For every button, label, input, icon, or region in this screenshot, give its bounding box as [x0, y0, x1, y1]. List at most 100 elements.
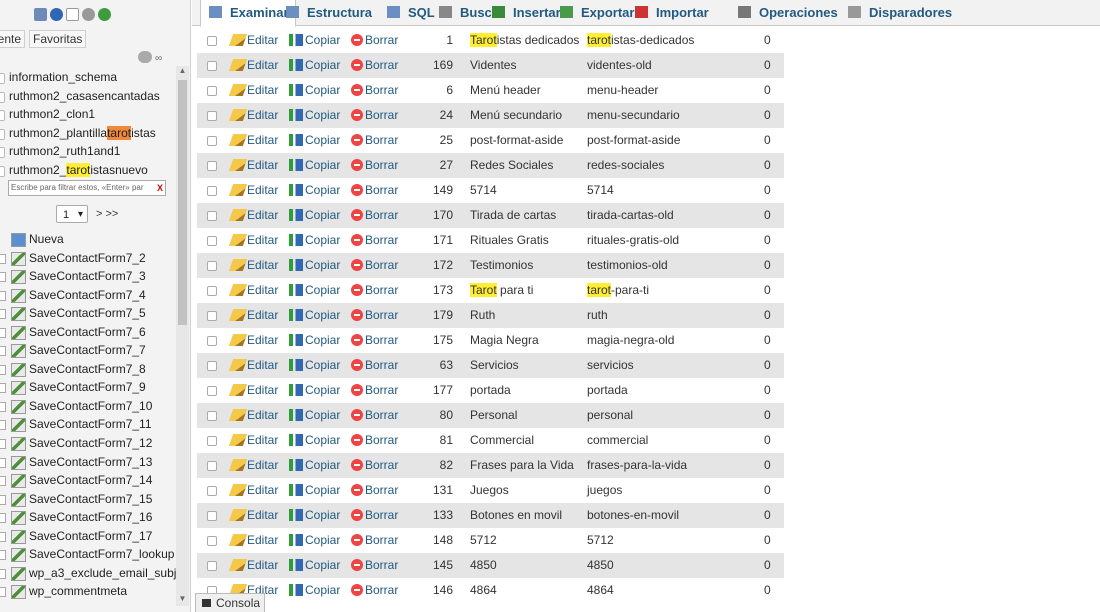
- row-checkbox[interactable]: [207, 536, 217, 546]
- edit-button[interactable]: Editar: [228, 428, 278, 453]
- delete-button[interactable]: Borrar: [351, 553, 398, 578]
- clear-filter-icon[interactable]: X: [157, 181, 163, 195]
- tab-insertar[interactable]: Insertar: [492, 0, 561, 25]
- copy-button[interactable]: Copiar: [289, 578, 340, 603]
- row-checkbox[interactable]: [207, 561, 217, 571]
- row-checkbox[interactable]: [207, 61, 217, 71]
- copy-button[interactable]: Copiar: [289, 453, 340, 478]
- sidebar-scrollbar[interactable]: ▲ ▼: [176, 66, 189, 606]
- delete-button[interactable]: Borrar: [351, 253, 398, 278]
- row-checkbox[interactable]: [207, 336, 217, 346]
- tab-recent[interactable]: iente: [0, 30, 26, 48]
- edit-button[interactable]: Editar: [228, 78, 278, 103]
- delete-button[interactable]: Borrar: [351, 578, 398, 603]
- expand-icon[interactable]: [0, 272, 6, 283]
- edit-button[interactable]: Editar: [228, 178, 278, 203]
- delete-button[interactable]: Borrar: [351, 53, 398, 78]
- copy-button[interactable]: Copiar: [289, 403, 340, 428]
- row-checkbox[interactable]: [207, 36, 217, 46]
- expand-icon[interactable]: [0, 420, 6, 431]
- edit-button[interactable]: Editar: [228, 503, 278, 528]
- database-item[interactable]: information_schema: [0, 68, 175, 87]
- delete-button[interactable]: Borrar: [351, 453, 398, 478]
- row-checkbox[interactable]: [207, 461, 217, 471]
- expand-icon[interactable]: [0, 346, 6, 357]
- scroll-down-icon[interactable]: ▼: [176, 594, 189, 606]
- row-checkbox[interactable]: [207, 436, 217, 446]
- copy-button[interactable]: Copiar: [289, 378, 340, 403]
- table-item[interactable]: SaveContactForm7_10: [0, 397, 178, 416]
- row-checkbox[interactable]: [207, 386, 217, 396]
- help-icon[interactable]: [50, 8, 63, 21]
- copy-button[interactable]: Copiar: [289, 228, 340, 253]
- copy-button[interactable]: Copiar: [289, 203, 340, 228]
- tab-favorites[interactable]: Favoritas: [29, 30, 87, 48]
- row-checkbox[interactable]: [207, 361, 217, 371]
- expand-icon[interactable]: [0, 290, 6, 301]
- expand-icon[interactable]: [0, 476, 6, 487]
- edit-button[interactable]: Editar: [228, 303, 278, 328]
- copy-button[interactable]: Copiar: [289, 28, 340, 53]
- expand-icon[interactable]: [0, 550, 6, 561]
- delete-button[interactable]: Borrar: [351, 278, 398, 303]
- row-checkbox[interactable]: [207, 511, 217, 521]
- expand-icon[interactable]: [0, 383, 6, 394]
- table-item[interactable]: wp_a3_exclude_email_subj: [0, 564, 178, 583]
- table-item[interactable]: SaveContactForm7_17: [0, 527, 178, 546]
- copy-button[interactable]: Copiar: [289, 53, 340, 78]
- database-item[interactable]: ruthmon2_clon1: [0, 105, 175, 124]
- expand-icon[interactable]: [0, 309, 6, 320]
- tab-exportar[interactable]: Exportar: [560, 0, 634, 25]
- delete-button[interactable]: Borrar: [351, 78, 398, 103]
- edit-button[interactable]: Editar: [228, 103, 278, 128]
- expand-icon[interactable]: [0, 327, 6, 338]
- expand-icon[interactable]: [0, 568, 6, 579]
- table-item[interactable]: SaveContactForm7_11: [0, 415, 178, 434]
- new-table-item[interactable]: Nueva: [0, 230, 178, 249]
- edit-button[interactable]: Editar: [228, 478, 278, 503]
- database-item[interactable]: ruthmon2_ruth1and1: [0, 142, 175, 161]
- copy-button[interactable]: Copiar: [289, 528, 340, 553]
- row-checkbox[interactable]: [207, 261, 217, 271]
- row-checkbox[interactable]: [207, 136, 217, 146]
- delete-button[interactable]: Borrar: [351, 28, 398, 53]
- delete-button[interactable]: Borrar: [351, 528, 398, 553]
- table-item[interactable]: SaveContactForm7_2: [0, 249, 178, 268]
- edit-button[interactable]: Editar: [228, 453, 278, 478]
- link-with-main-icon[interactable]: ∞: [155, 53, 162, 64]
- copy-button[interactable]: Copiar: [289, 128, 340, 153]
- row-checkbox[interactable]: [207, 311, 217, 321]
- row-checkbox[interactable]: [207, 186, 217, 196]
- database-item[interactable]: ruthmon2_plantillatarotistas: [0, 124, 175, 143]
- table-item[interactable]: SaveContactForm7_5: [0, 304, 178, 323]
- delete-button[interactable]: Borrar: [351, 478, 398, 503]
- edit-button[interactable]: Editar: [228, 378, 278, 403]
- copy-button[interactable]: Copiar: [289, 103, 340, 128]
- console-toggle[interactable]: Consola: [195, 593, 265, 612]
- table-item[interactable]: SaveContactForm7_7: [0, 341, 178, 360]
- edit-button[interactable]: Editar: [228, 28, 278, 53]
- edit-button[interactable]: Editar: [228, 228, 278, 253]
- scroll-up-icon[interactable]: ▲: [176, 66, 189, 78]
- delete-button[interactable]: Borrar: [351, 428, 398, 453]
- delete-button[interactable]: Borrar: [351, 128, 398, 153]
- table-item[interactable]: SaveContactForm7_3: [0, 267, 178, 286]
- row-checkbox[interactable]: [207, 411, 217, 421]
- copy-button[interactable]: Copiar: [289, 153, 340, 178]
- edit-button[interactable]: Editar: [228, 528, 278, 553]
- edit-button[interactable]: Editar: [228, 278, 278, 303]
- tab-estructura[interactable]: Estructura: [286, 0, 372, 25]
- row-checkbox[interactable]: [207, 486, 217, 496]
- table-item[interactable]: SaveContactForm7_12: [0, 434, 178, 453]
- copy-button[interactable]: Copiar: [289, 328, 340, 353]
- copy-button[interactable]: Copiar: [289, 78, 340, 103]
- collapse-all-icon[interactable]: [138, 51, 152, 63]
- copy-button[interactable]: Copiar: [289, 503, 340, 528]
- copy-button[interactable]: Copiar: [289, 303, 340, 328]
- table-item[interactable]: SaveContactForm7_16: [0, 508, 178, 527]
- table-item[interactable]: wp_commentmeta: [0, 582, 178, 601]
- copy-button[interactable]: Copiar: [289, 478, 340, 503]
- copy-button[interactable]: Copiar: [289, 278, 340, 303]
- reload-icon[interactable]: [98, 8, 111, 21]
- delete-button[interactable]: Borrar: [351, 378, 398, 403]
